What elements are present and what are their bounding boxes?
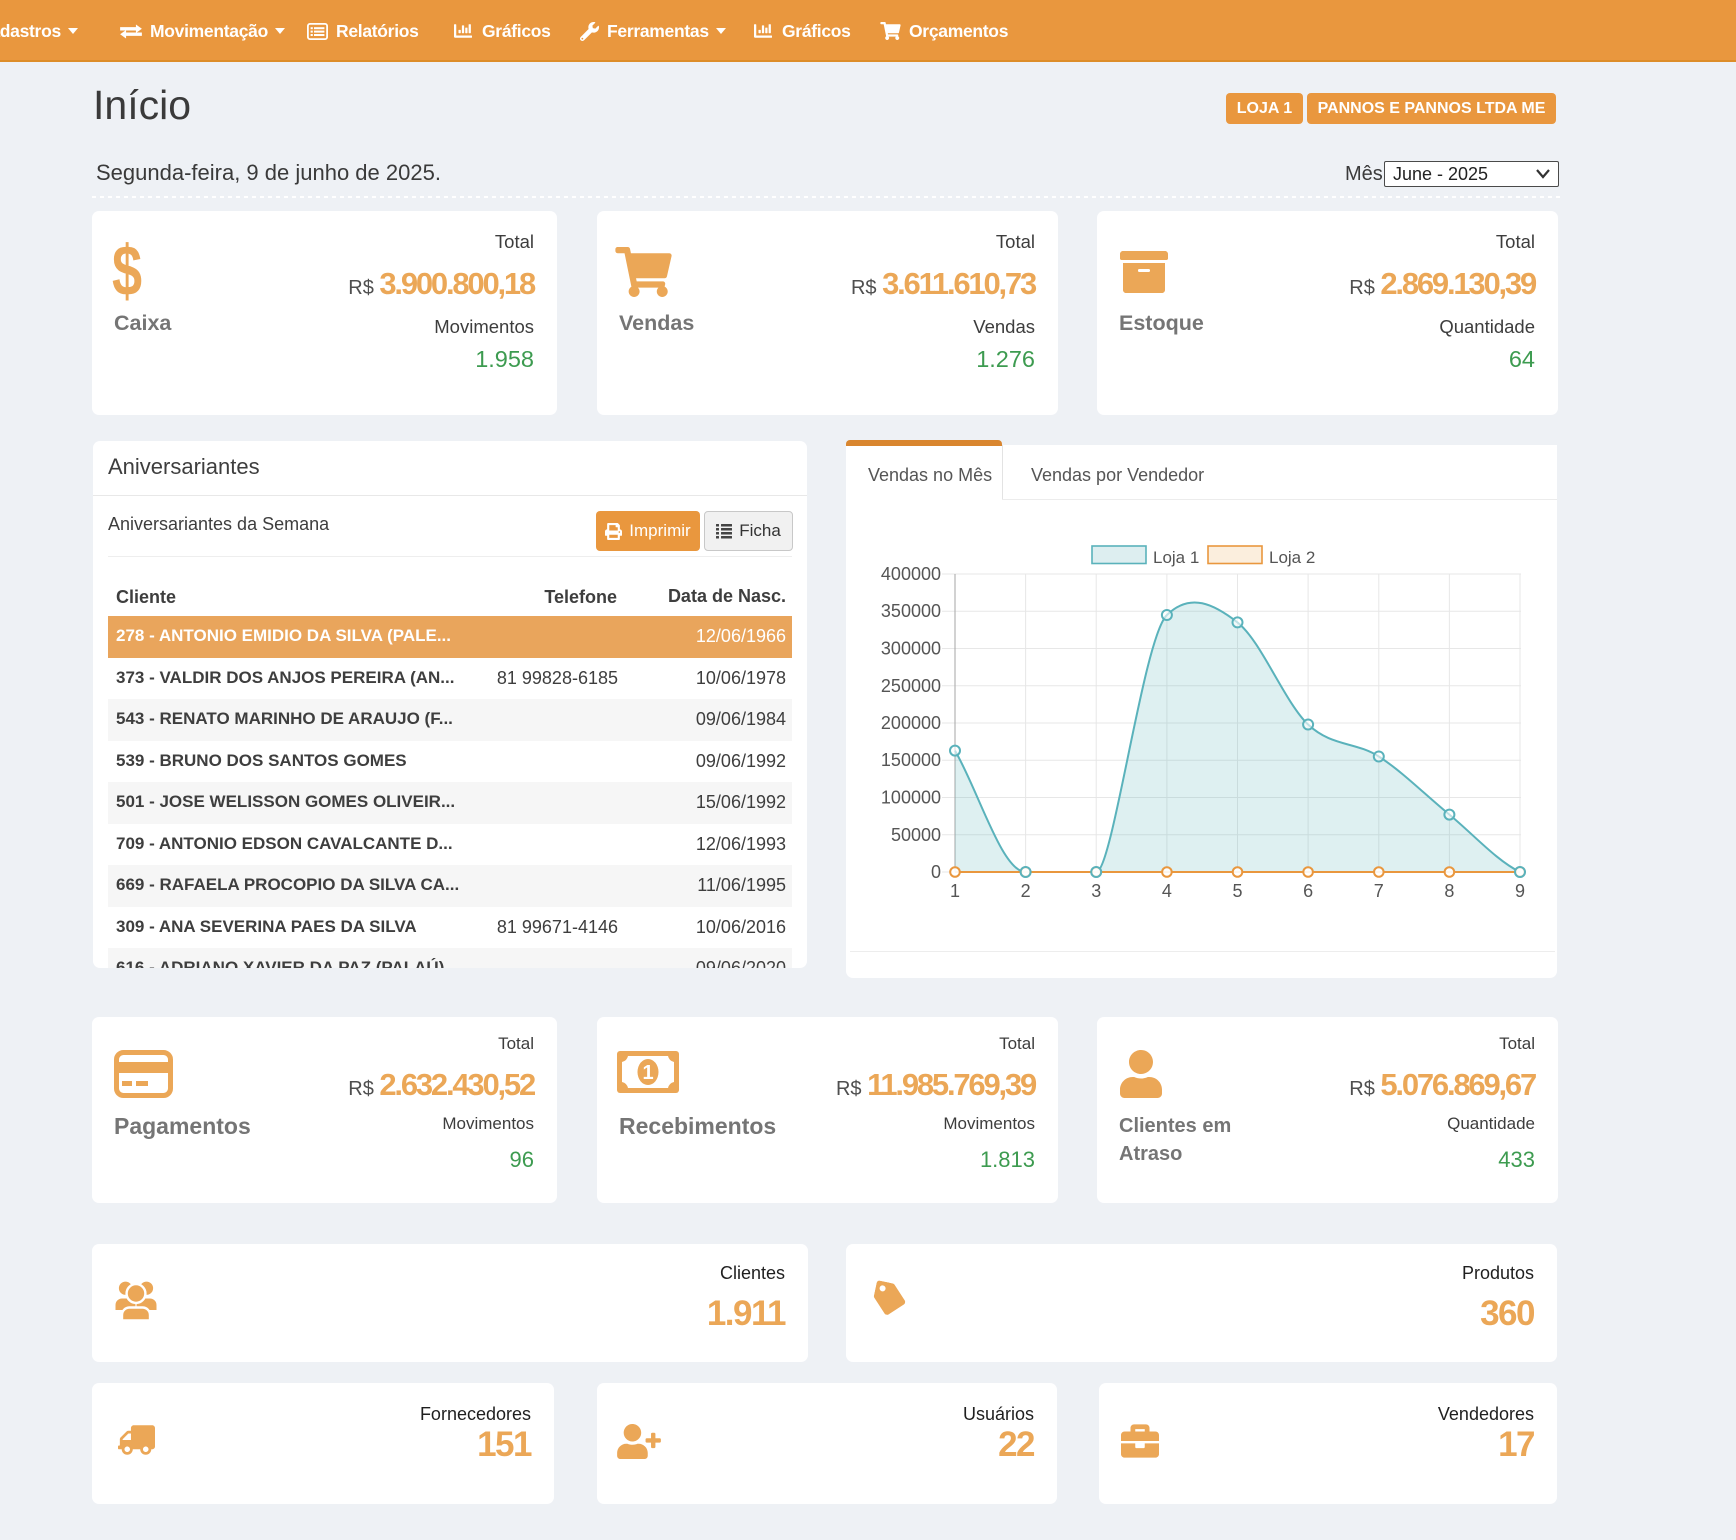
svg-text:200000: 200000 <box>881 713 941 733</box>
svg-text:2: 2 <box>1021 881 1031 901</box>
svg-text:9: 9 <box>1515 881 1525 901</box>
svg-text:4: 4 <box>1162 881 1172 901</box>
svg-text:150000: 150000 <box>881 750 941 770</box>
svg-text:5: 5 <box>1232 881 1242 901</box>
svg-text:1: 1 <box>642 1062 653 1084</box>
svg-text:0: 0 <box>931 862 941 882</box>
svg-text:1: 1 <box>950 881 960 901</box>
svg-text:Loja 2: Loja 2 <box>1269 548 1315 567</box>
svg-text:Loja 1: Loja 1 <box>1153 548 1199 567</box>
svg-text:6: 6 <box>1303 881 1313 901</box>
svg-text:50000: 50000 <box>891 825 941 845</box>
svg-text:3: 3 <box>1091 881 1101 901</box>
svg-text:350000: 350000 <box>881 601 941 621</box>
svg-text:250000: 250000 <box>881 676 941 696</box>
svg-text:8: 8 <box>1444 881 1454 901</box>
svg-text:7: 7 <box>1374 881 1384 901</box>
svg-text:100000: 100000 <box>881 788 941 808</box>
svg-text:300000: 300000 <box>881 639 941 659</box>
svg-text:400000: 400000 <box>881 564 941 584</box>
